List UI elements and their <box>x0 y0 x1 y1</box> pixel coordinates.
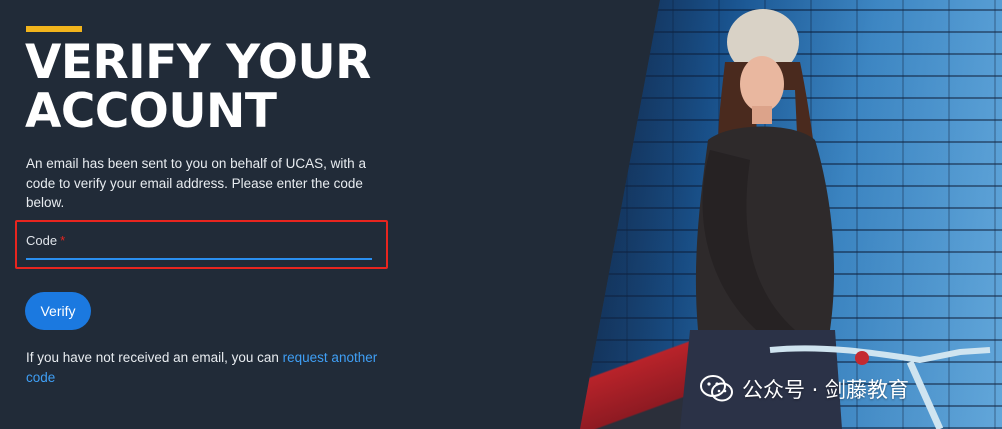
wechat-icon <box>700 375 733 402</box>
verification-description: An email has been sent to you on behalf … <box>26 156 366 210</box>
resend-prefix: If you have not received an email, you c… <box>26 350 283 365</box>
verify-account-panel: VERIFY YOUR ACCOUNT An email has been se… <box>0 0 660 429</box>
verify-button[interactable]: Verify <box>25 292 91 330</box>
resend-message: If you have not received an email, you c… <box>26 348 381 388</box>
watermark-text: 公众号 · 剑藤教育 <box>742 378 910 402</box>
page-title: VERIFY YOUR ACCOUNT <box>25 35 371 139</box>
code-input[interactable] <box>26 244 372 260</box>
wechat-watermark: 公众号 · 剑藤教育 <box>700 372 909 406</box>
accent-bar <box>26 26 82 32</box>
